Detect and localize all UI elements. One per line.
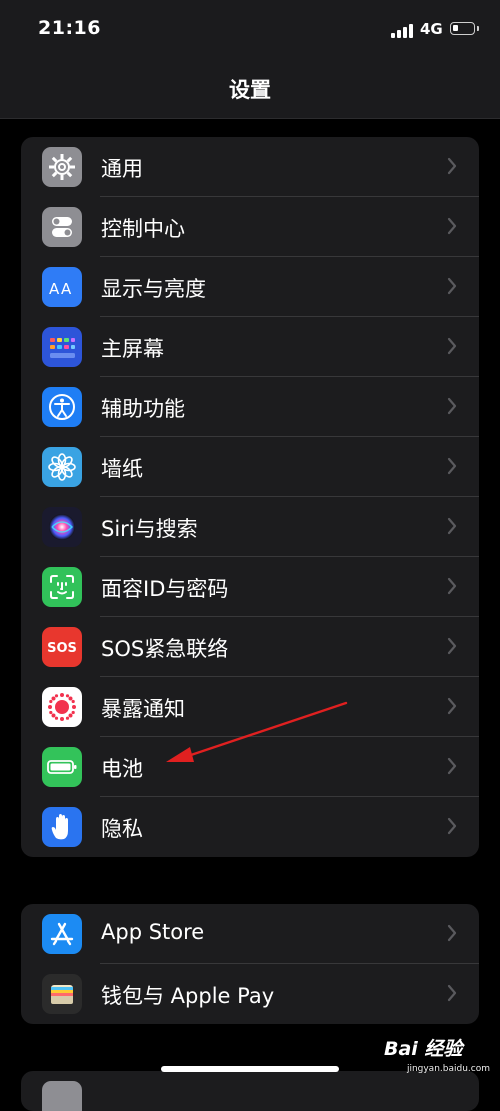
settings-group-main: 通用 控制中心 A A 显示与亮度 主屏幕 辅助功能 墙纸 Siri与搜索 面容… <box>21 137 479 857</box>
chevron-right-icon <box>447 157 457 175</box>
settings-item-label: 墙纸 <box>101 457 143 481</box>
exposure-notification-icon <box>42 687 82 727</box>
watermark-logo: Bai 经验 <box>384 1038 463 1060</box>
settings-item-wallpaper[interactable]: 墙纸 <box>21 437 479 497</box>
navigation-bar: 设置 <box>0 60 500 119</box>
settings-item-label: App Store <box>101 920 205 944</box>
text-size-icon: A A <box>42 267 82 307</box>
settings-item-exposure-notifications[interactable]: 暴露通知 <box>21 677 479 737</box>
settings-item-siri-search[interactable]: Siri与搜索 <box>21 497 479 557</box>
siri-icon <box>42 507 82 547</box>
settings-item-home-screen[interactable]: 主屏幕 <box>21 317 479 377</box>
settings-item-label: 暴露通知 <box>101 697 185 721</box>
watermark-url: jingyan.baidu.com <box>406 1064 490 1074</box>
chevron-right-icon <box>447 697 457 715</box>
settings-item-battery[interactable]: 电池 <box>21 737 479 797</box>
settings-group-store: App Store 钱包与 Apple Pay <box>21 904 479 1024</box>
face-id-icon <box>42 567 82 607</box>
gear-icon <box>42 147 82 187</box>
cellular-signal-icon <box>391 22 417 38</box>
wallet-icon <box>42 974 82 1014</box>
chevron-right-icon <box>447 637 457 655</box>
home-indicator[interactable] <box>161 1066 339 1072</box>
accessibility-icon <box>42 387 82 427</box>
settings-item-label: 隐私 <box>101 817 143 841</box>
battery-icon <box>42 747 82 787</box>
settings-item-face-id-passcode[interactable]: 面容ID与密码 <box>21 557 479 617</box>
settings-item-app-store[interactable]: App Store <box>21 904 479 964</box>
status-bar: 21:16 4G <box>0 0 500 60</box>
settings-item-label: 面容ID与密码 <box>101 577 229 601</box>
app-grid-icon <box>42 327 82 367</box>
chevron-right-icon <box>447 517 457 535</box>
settings-item-label: 辅助功能 <box>101 397 185 421</box>
settings-item-display-brightness[interactable]: A A 显示与亮度 <box>21 257 479 317</box>
svg-text:A: A <box>61 280 72 298</box>
settings-item-label: 显示与亮度 <box>101 277 206 301</box>
toggle-switches-icon <box>42 207 82 247</box>
settings-item-wallet-apple-pay[interactable]: 钱包与 Apple Pay <box>21 964 479 1024</box>
settings-item-label: Siri与搜索 <box>101 517 198 541</box>
settings-item-label: 电池 <box>101 757 143 781</box>
chevron-right-icon <box>447 984 457 1002</box>
settings-item-general[interactable]: 通用 <box>21 137 479 197</box>
settings-item-emergency-sos[interactable]: SOS SOS紧急联络 <box>21 617 479 677</box>
chevron-right-icon <box>447 397 457 415</box>
settings-item-label: 钱包与 Apple Pay <box>101 984 275 1008</box>
settings-item-privacy[interactable]: 隐私 <box>21 797 479 857</box>
chevron-right-icon <box>447 924 457 942</box>
network-type: 4G <box>420 20 443 38</box>
chevron-right-icon <box>447 277 457 295</box>
settings-item-label: 通用 <box>101 157 143 181</box>
baidu-jingyan-watermark: Bai 经验 jingyan.baidu.com <box>384 1034 494 1080</box>
chevron-right-icon <box>447 757 457 775</box>
battery-status-icon <box>450 22 479 35</box>
chevron-right-icon <box>447 337 457 355</box>
svg-text:SOS: SOS <box>47 641 77 656</box>
chevron-right-icon <box>447 217 457 235</box>
flower-icon <box>42 447 82 487</box>
settings-item-label: SOS紧急联络 <box>101 637 229 661</box>
page-title: 设置 <box>229 78 271 102</box>
hand-icon <box>42 807 82 847</box>
settings-item-control-center[interactable]: 控制中心 <box>21 197 479 257</box>
sos-icon: SOS <box>42 627 82 667</box>
settings-item-label: 控制中心 <box>101 217 185 241</box>
svg-text:A: A <box>49 280 60 298</box>
chevron-right-icon <box>447 577 457 595</box>
settings-item-label: 主屏幕 <box>101 337 164 361</box>
chevron-right-icon <box>447 457 457 475</box>
settings-item-accessibility[interactable]: 辅助功能 <box>21 377 479 437</box>
app-store-icon <box>42 914 82 954</box>
partial-app-icon <box>42 1081 82 1111</box>
chevron-right-icon <box>447 817 457 835</box>
status-time: 21:16 <box>38 17 101 39</box>
